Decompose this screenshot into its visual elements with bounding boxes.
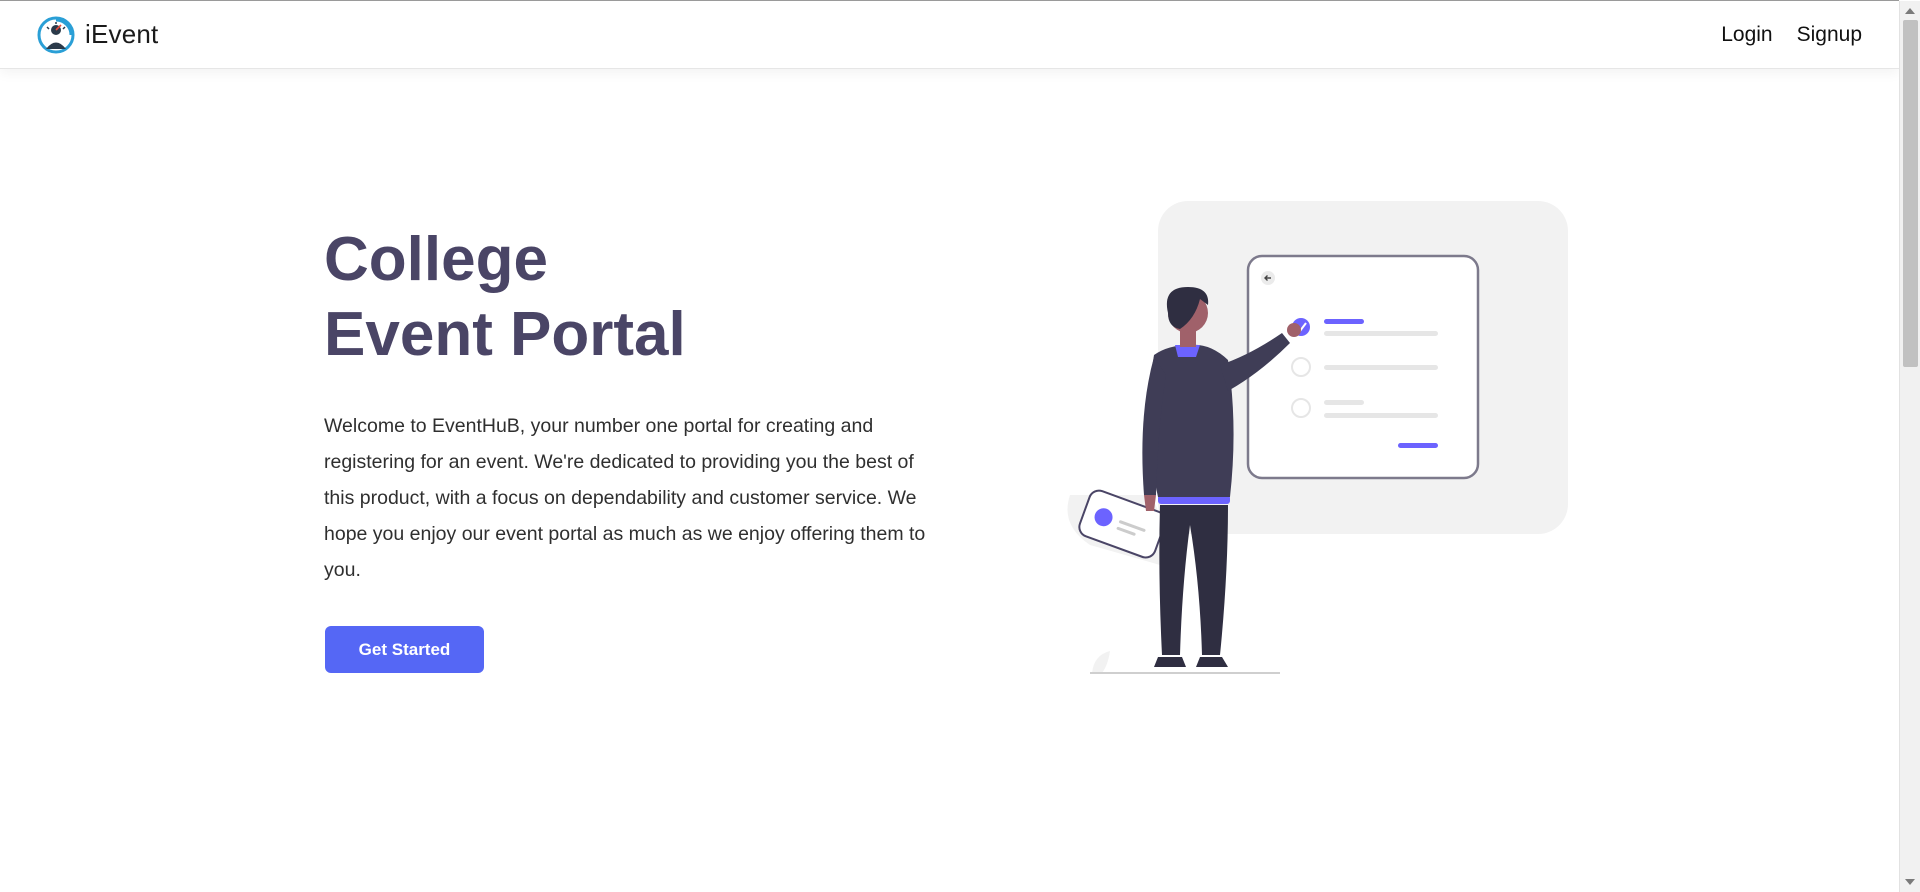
- page: iEvent Login Signup College Event Portal…: [0, 0, 1920, 892]
- brand-name: iEvent: [85, 19, 159, 49]
- speedometer-person-icon: [37, 16, 75, 53]
- navbar: iEvent Login Signup: [0, 0, 1899, 69]
- scroll-up-icon[interactable]: [1905, 8, 1915, 14]
- brand[interactable]: iEvent: [37, 16, 158, 54]
- scroll-down-icon[interactable]: [1905, 879, 1915, 885]
- signup-link[interactable]: Signup: [1797, 23, 1862, 47]
- hero-title-line-1: College: [324, 225, 548, 294]
- nav-links: Login Signup: [1721, 23, 1862, 47]
- hero-title: College Event Portal: [324, 222, 686, 372]
- hero-title-line-2: Event Portal: [324, 300, 686, 369]
- scrollbar-thumb[interactable]: [1903, 20, 1918, 367]
- get-started-button[interactable]: Get Started: [325, 626, 484, 673]
- vertical-scrollbar[interactable]: [1899, 1, 1920, 892]
- login-link[interactable]: Login: [1721, 23, 1772, 47]
- checklist-person-illustration: [1067, 201, 1568, 674]
- hero-description: Welcome to EventHuB, your number one por…: [324, 415, 926, 581]
